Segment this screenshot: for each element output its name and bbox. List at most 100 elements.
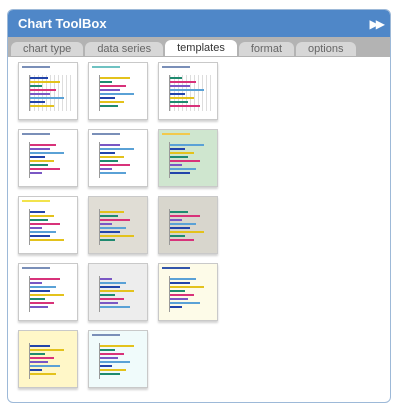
thumbnail-bar [170, 290, 185, 292]
tab-templates[interactable]: templates [165, 40, 237, 56]
tab-data-series[interactable]: data series [85, 42, 164, 56]
thumbnail-bar [30, 369, 42, 371]
thumbnail-bar [100, 156, 124, 158]
thumbnail-bar [30, 211, 45, 213]
thumbnail-bar [30, 227, 42, 229]
template-thumbnail[interactable] [18, 62, 78, 120]
thumbnail-bar [30, 353, 45, 355]
thumbnail-bar [30, 219, 48, 221]
thumbnail-bar [100, 105, 118, 107]
thumbnail-bar [100, 298, 124, 300]
thumbnail-bar [30, 223, 60, 225]
thumbnail-bar [170, 306, 182, 308]
thumbnail-bar [100, 345, 134, 347]
thumbnail-bar [170, 219, 182, 221]
thumbnail-bar [170, 215, 200, 217]
thumbnail-bar [30, 160, 54, 162]
panel-header: Chart ToolBox ▶▶ [8, 10, 390, 37]
thumbnail-bar [100, 81, 112, 83]
thumbnail-bar [170, 101, 188, 103]
thumbnail-bar [30, 298, 45, 300]
tab-format[interactable]: format [238, 42, 295, 56]
tab-chart-type[interactable]: chart type [11, 42, 84, 56]
thumbnail-bar [100, 373, 120, 375]
template-thumbnail[interactable] [158, 129, 218, 187]
thumbnail-title-bar [92, 200, 120, 202]
thumbnail-bar [100, 93, 134, 95]
thumbnail-title-bar [22, 66, 50, 68]
thumbnail-title-bar [92, 334, 120, 336]
thumbnail-bar [30, 345, 50, 347]
template-thumbnail[interactable] [88, 62, 148, 120]
template-thumbnail[interactable] [88, 196, 148, 254]
template-thumbnail[interactable] [18, 196, 78, 254]
thumbnail-bar [170, 298, 188, 300]
thumbnail-bar [100, 365, 112, 367]
thumbnail-bar [30, 294, 64, 296]
thumbnail-bar [30, 89, 56, 91]
thumbnail-bar [100, 369, 126, 371]
tab-options[interactable]: options [296, 42, 356, 56]
thumbnail-bar [170, 105, 200, 107]
thumbnail-bar [100, 77, 130, 79]
thumbnail-bar [100, 278, 112, 280]
thumbnail-bar [100, 219, 130, 221]
thumbnail-bar [100, 223, 112, 225]
thumbnail-bar [170, 164, 182, 166]
thumbnail-title-bar [92, 133, 120, 135]
thumbnail-bar [170, 302, 200, 304]
thumbnail-title-bar [162, 267, 190, 269]
thumbnail-bar [30, 239, 64, 241]
thumbnail-bar [100, 282, 126, 284]
thumbnail-bar [170, 81, 196, 83]
thumbnail-bar [30, 144, 56, 146]
template-thumbnail[interactable] [18, 129, 78, 187]
thumbnail-title-bar [22, 133, 50, 135]
thumbnail-bar [30, 286, 56, 288]
thumbnail-bar [100, 144, 120, 146]
thumbnail-bar [100, 89, 120, 91]
thumbnail-bar [100, 361, 130, 363]
thumbnail-bar [30, 302, 54, 304]
thumbnail-bar [100, 349, 115, 351]
thumbnail-bar [170, 144, 204, 146]
thumbnail-bar [30, 164, 48, 166]
thumbnail-bar [170, 211, 188, 213]
thumbnail-bar [30, 152, 64, 154]
thumbnail-bar [30, 365, 60, 367]
thumbnail-bar [100, 160, 118, 162]
thumbnail-title-bar [22, 267, 50, 269]
thumbnail-bar [170, 89, 204, 91]
thumbnail-bar [170, 156, 188, 158]
double-chevron-right-icon[interactable]: ▶▶ [370, 17, 386, 31]
thumbnail-title-bar [22, 200, 50, 202]
thumbnail-bar [30, 168, 60, 170]
tab-bar: chart type data series templates format … [8, 37, 390, 57]
template-thumbnail[interactable] [88, 263, 148, 321]
thumbnail-bar [100, 227, 126, 229]
thumbnail-bar [100, 85, 126, 87]
thumbnail-bar [170, 160, 200, 162]
thumbnail-bar [100, 357, 118, 359]
template-thumbnail[interactable] [158, 62, 218, 120]
template-thumbnail[interactable] [88, 330, 148, 388]
thumbnail-bar [30, 235, 50, 237]
thumbnail-bar [30, 357, 54, 359]
thumbnail-bar [30, 373, 56, 375]
thumbnail-bar [170, 286, 204, 288]
thumbnail-bar [100, 148, 134, 150]
thumbnail-bar [30, 156, 45, 158]
thumbnail-bar [30, 361, 48, 363]
thumbnail-bar [100, 306, 130, 308]
template-thumbnail[interactable] [88, 129, 148, 187]
thumbnail-bar [170, 239, 194, 241]
thumbnail-bar [100, 302, 118, 304]
thumbnail-bar [30, 349, 64, 351]
thumbnail-bar [170, 227, 190, 229]
thumbnail-title-bar [162, 66, 190, 68]
template-thumbnail[interactable] [18, 263, 78, 321]
template-thumbnail[interactable] [158, 196, 218, 254]
template-thumbnail[interactable] [158, 263, 218, 321]
thumbnail-bar [100, 286, 120, 288]
template-thumbnail[interactable] [18, 330, 78, 388]
